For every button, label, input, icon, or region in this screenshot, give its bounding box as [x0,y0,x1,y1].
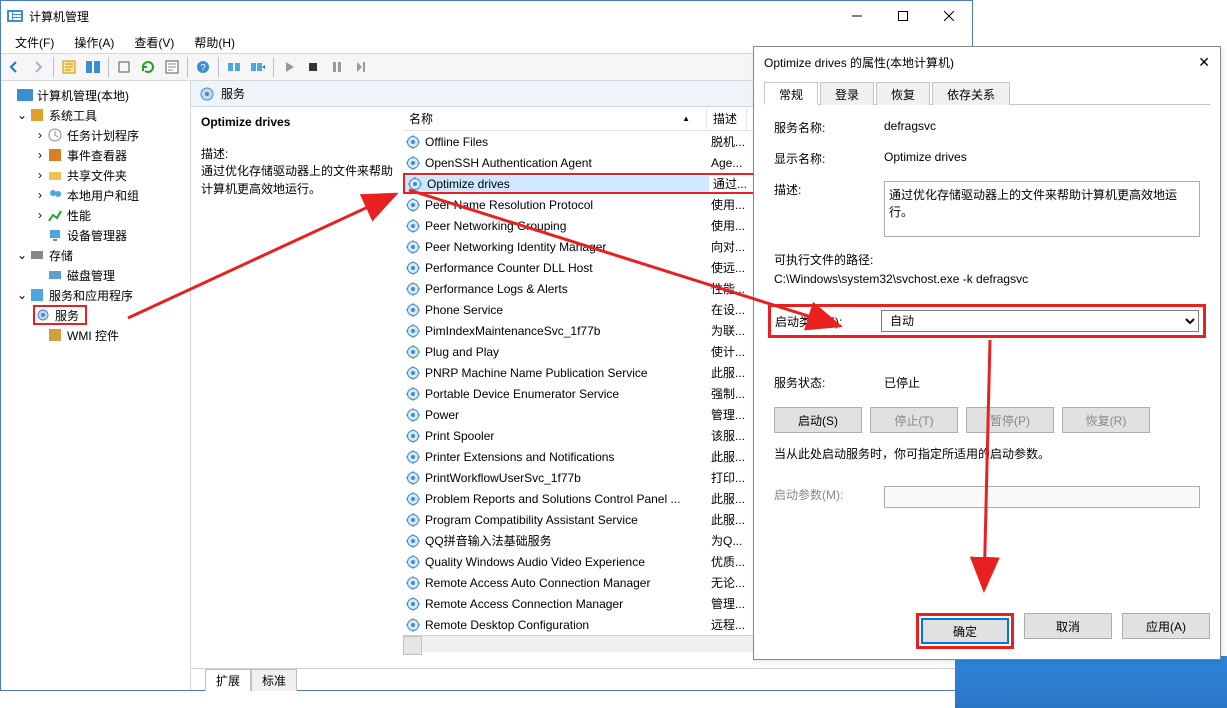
status-label: 服务状态: [774,374,884,391]
gear-icon [199,86,215,102]
toolbar-connect[interactable] [223,56,245,78]
toolbar-refresh[interactable] [137,56,159,78]
col-name[interactable]: 名称▲ [403,107,707,130]
toolbar-stop[interactable] [302,56,324,78]
tab-logon[interactable]: 登录 [820,82,874,105]
toolbar-properties[interactable] [58,56,80,78]
startup-type-select[interactable]: 自动 [881,310,1199,332]
menu-file[interactable]: 文件(F) [5,32,64,53]
toolbar-restart[interactable] [350,56,372,78]
stop-button: 停止(T) [870,407,958,433]
tree-local-users[interactable]: ›本地用户和组 [3,185,188,205]
tree-services-apps[interactable]: ⌄服务和应用程序 [3,285,188,305]
svc-name-value: defragsvc [884,119,936,133]
tab-recovery[interactable]: 恢复 [876,82,930,105]
maximize-button[interactable] [880,1,926,31]
menu-action[interactable]: 操作(A) [64,32,124,53]
resume-button: 恢复(R) [1062,407,1150,433]
ok-button[interactable]: 确定 [921,618,1009,644]
desc-label: 描述: [201,145,393,162]
dialog-title: Optimize drives 的属性(本地计算机) [764,54,954,71]
back-button[interactable] [3,56,25,78]
tab-standard[interactable]: 标准 [251,669,297,691]
service-properties-dialog: Optimize drives 的属性(本地计算机) ✕ 常规 登录 恢复 依存… [753,46,1221,660]
tree-shared-folders[interactable]: ›共享文件夹 [3,165,188,185]
tree-system-tools[interactable]: ⌄系统工具 [3,105,188,125]
minimize-button[interactable] [834,1,880,31]
tree-task-scheduler[interactable]: ›任务计划程序 [3,125,188,145]
selected-service-name: Optimize drives [201,115,393,129]
app-icon [7,8,23,24]
toolbar-help[interactable]: ? [192,56,214,78]
menu-view[interactable]: 查看(V) [124,32,184,53]
taskbar-region [955,656,1227,708]
tab-extended[interactable]: 扩展 [205,669,251,691]
tab-general[interactable]: 常规 [764,82,818,105]
disp-name-label: 显示名称: [774,150,884,167]
pause-button: 暂停(P) [966,407,1054,433]
startup-hint: 当从此处启动服务时，你可指定所适用的启动参数。 [774,445,1200,462]
list-view-tabs: 扩展 标准 [191,668,972,690]
tree-storage[interactable]: ⌄存储 [3,245,188,265]
dialog-close-button[interactable]: ✕ [1198,54,1210,71]
toolbar-play[interactable] [278,56,300,78]
desc-text: 通过优化存储驱动器上的文件来帮助计算机更高效地运行。 [201,162,393,198]
forward-button[interactable] [27,56,49,78]
services-header-text: 服务 [221,85,245,102]
toolbar-pause[interactable] [326,56,348,78]
tree-performance[interactable]: ›性能 [3,205,188,225]
toolbar-columns[interactable] [82,56,104,78]
titlebar: 计算机管理 [1,1,972,31]
tree-device-manager[interactable]: 设备管理器 [3,225,188,245]
tree-pane: 计算机管理(本地) ⌄系统工具 ›任务计划程序 ›事件查看器 ›共享文件夹 ›本… [1,81,191,690]
cancel-button[interactable]: 取消 [1024,613,1112,639]
apply-button[interactable]: 应用(A) [1122,613,1210,639]
tree-event-viewer[interactable]: ›事件查看器 [3,145,188,165]
svc-name-label: 服务名称: [774,119,884,136]
desc-label2: 描述: [774,181,884,198]
desc-text2: 通过优化存储驱动器上的文件来帮助计算机更高效地运行。 [884,181,1200,237]
tab-dependencies[interactable]: 依存关系 [932,82,1010,105]
menu-help[interactable]: 帮助(H) [184,32,245,53]
tree-wmi[interactable]: WMI 控件 [3,325,188,345]
svg-text:?: ? [200,63,206,74]
toolbar-export-list[interactable] [161,56,183,78]
status-value: 已停止 [884,374,920,391]
exe-label: 可执行文件的路径: [774,251,1200,268]
start-params-label: 启动参数(M): [774,486,884,503]
col-desc[interactable]: 描述 [707,107,747,130]
tree-root[interactable]: 计算机管理(本地) [3,85,188,105]
toolbar-connect2[interactable] [247,56,269,78]
exe-value: C:\Windows\system32\svchost.exe -k defra… [774,272,1200,286]
disp-name-value: Optimize drives [884,150,967,164]
toolbar-export[interactable] [113,56,135,78]
startup-type-label: 启动类型(E): [775,313,881,330]
tree-disk-management[interactable]: 磁盘管理 [3,265,188,285]
titlebar-text: 计算机管理 [29,8,89,25]
service-detail-pane: Optimize drives 描述: 通过优化存储驱动器上的文件来帮助计算机更… [191,107,403,668]
close-button[interactable] [926,1,972,31]
start-button[interactable]: 启动(S) [774,407,862,433]
start-params-input [884,486,1200,508]
tree-services[interactable]: 服务 [33,305,87,325]
